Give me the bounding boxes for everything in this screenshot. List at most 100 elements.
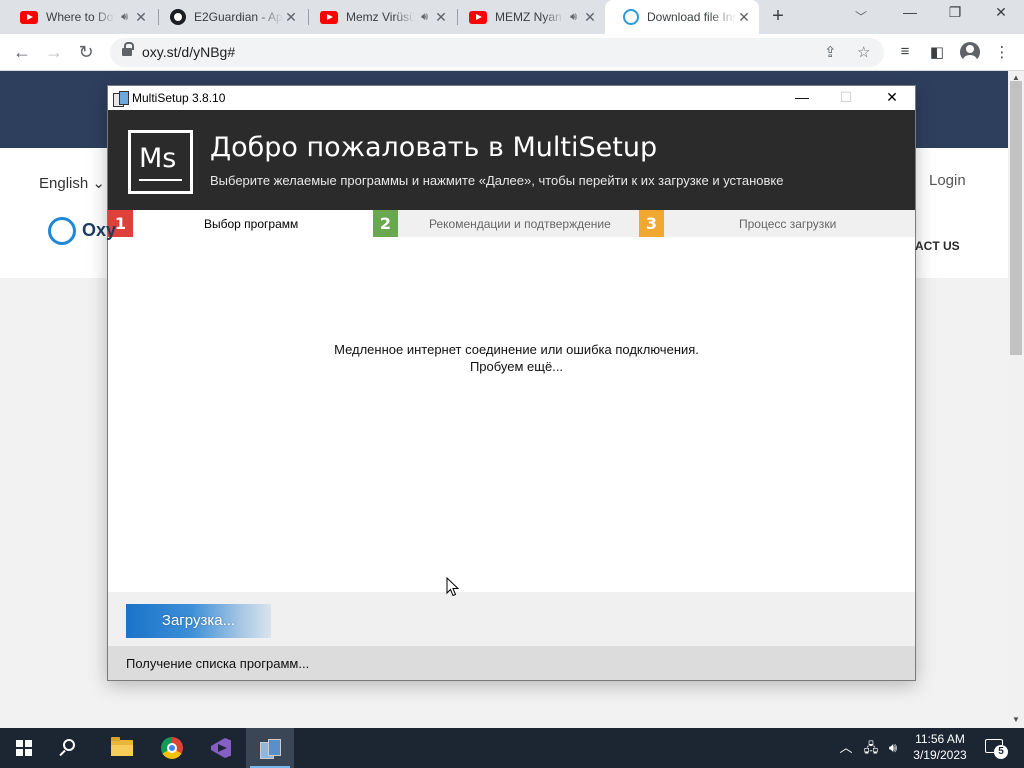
github-icon [170, 9, 186, 25]
step-label: Процесс загрузки [739, 217, 837, 231]
file-explorer-button[interactable] [98, 728, 146, 768]
language-selector[interactable]: English ⌄ [39, 174, 105, 192]
tab-title: E2Guardian - Apache [194, 10, 284, 24]
oxy-icon [623, 9, 639, 25]
youtube-icon [320, 10, 338, 24]
search-icon [63, 739, 75, 751]
network-icon[interactable]: 🖧 [861, 728, 881, 768]
browser-tab[interactable]: Memz Virüsü İnceleme 🔊︎ ✕ [302, 0, 456, 34]
step-number: 3 [639, 210, 664, 237]
message-line: Пробуем ещё... [469, 359, 564, 374]
tab-title: Download file Installer [647, 10, 737, 24]
close-tab-icon[interactable]: ✕ [583, 9, 597, 26]
back-icon[interactable]: ← [10, 41, 34, 63]
clock-date: 3/19/2023 [913, 748, 967, 762]
window-title: MultiSetup 3.8.10 [132, 91, 226, 105]
visual-studio-button[interactable] [197, 728, 245, 768]
window-titlebar[interactable]: MultiSetup 3.8.10 — ☐ ✕ [108, 86, 915, 110]
close-button[interactable]: ✕ [869, 86, 915, 110]
step-label: Рекомендации и подтверждение [429, 217, 611, 231]
action-bar: Загрузка... [108, 592, 915, 646]
step-1: 1 Выбор программ [108, 210, 373, 237]
close-tab-icon[interactable]: ✕ [434, 9, 448, 26]
volume-icon[interactable]: 🔊︎ [884, 728, 902, 768]
maximize-button: ☐ [839, 89, 853, 105]
notification-count-badge: 5 [994, 745, 1008, 759]
program-list-area: Медленное интернет соединение или ошибка… [108, 237, 915, 592]
welcome-subheading: Выберите желаемые программы и нажмите «Д… [210, 173, 784, 188]
menu-icon[interactable]: ⋮ [992, 43, 1012, 61]
speaker-icon[interactable]: 🔊︎ [421, 11, 428, 24]
chrome-icon [161, 737, 183, 759]
speaker-icon[interactable]: 🔊︎ [121, 11, 128, 24]
oxy-logo-icon[interactable] [48, 217, 76, 245]
login-link[interactable]: Login [929, 172, 966, 189]
welcome-heading: Добро пожаловать в MultiSetup [210, 132, 658, 163]
profile-avatar[interactable] [960, 42, 980, 62]
step-label: Выбор программ [204, 217, 299, 231]
close-tab-icon[interactable]: ✕ [737, 9, 751, 26]
windows-logo-icon [16, 740, 32, 756]
clock-time: 11:56 AM [915, 732, 965, 746]
status-bar: Получение списка программ... [108, 646, 915, 680]
folder-icon [111, 737, 133, 756]
speaker-icon[interactable]: 🔊︎ [570, 11, 577, 24]
site-logo-text[interactable]: Oxy [82, 220, 116, 241]
close-window-icon[interactable]: ✕ [989, 4, 1013, 21]
scrollbar-thumb[interactable] [1010, 81, 1022, 355]
minimize-icon[interactable]: — [898, 4, 922, 20]
multisetup-window: MultiSetup 3.8.10 — ☐ ✕ Ms Добро пожалов… [107, 85, 916, 681]
page-scrollbar[interactable]: ▲ ▼ [1008, 71, 1024, 728]
multisetup-taskbar-button[interactable] [246, 728, 294, 768]
browser-tab-strip: Where to Download 🔊︎ ✕ E2Guardian - Apac… [0, 0, 1024, 34]
new-tab-button[interactable]: + [767, 5, 789, 28]
search-button[interactable] [48, 728, 96, 768]
tab-title: MEMZ Nyan Cat [495, 10, 564, 24]
step-2: 2 Рекомендации и подтверждение [373, 210, 639, 237]
step-number: 2 [373, 210, 398, 237]
youtube-icon [469, 10, 487, 24]
contact-us-link[interactable]: ACT US [915, 239, 960, 253]
connection-error-message: Медленное интернет соединение или ошибка… [108, 341, 925, 375]
tab-title: Where to Download [46, 10, 115, 24]
browser-tab-active[interactable]: Download file Installer ✕ [605, 0, 759, 34]
bookmark-star-icon[interactable]: ☆ [857, 43, 870, 61]
close-tab-icon[interactable]: ✕ [134, 9, 148, 26]
multisetup-icon [259, 737, 281, 759]
step-3: 3 Процесс загрузки [639, 210, 915, 237]
restore-icon[interactable]: ❐ [943, 4, 967, 21]
browser-tab[interactable]: E2Guardian - Apache ✕ [152, 0, 306, 34]
loading-button[interactable]: Загрузка... [126, 604, 271, 638]
tab-title: Memz Virüsü İnceleme [346, 10, 416, 24]
browser-tab[interactable]: MEMZ Nyan Cat 🔊︎ ✕ [451, 0, 605, 34]
url-text[interactable]: oxy.st/d/yNBg# [142, 44, 235, 60]
multisetup-app-icon [112, 90, 129, 107]
windows-taskbar: ︿ 🖧 🔊︎ 11:56 AM 3/19/2023 5 [0, 728, 1024, 768]
lock-icon[interactable] [122, 42, 134, 57]
side-panel-icon[interactable]: ◧ [927, 43, 947, 61]
show-hidden-icons-icon[interactable]: ︿ [837, 728, 855, 768]
logo-text: Ms [139, 143, 177, 174]
reload-icon[interactable]: ↻ [74, 41, 98, 63]
forward-icon[interactable]: → [42, 41, 66, 63]
address-bar[interactable]: oxy.st/d/yNBg# ⇪ ☆ [110, 38, 884, 67]
welcome-banner: Ms Добро пожаловать в MultiSetup Выберит… [108, 110, 915, 210]
wizard-steps: 1 Выбор программ 2 Рекомендации и подтве… [108, 210, 915, 237]
visual-studio-icon [211, 738, 231, 758]
browser-tab[interactable]: Where to Download 🔊︎ ✕ [2, 0, 156, 34]
youtube-icon [20, 10, 38, 24]
start-button[interactable] [0, 728, 48, 768]
tab-search-icon[interactable]: ﹀ [855, 8, 867, 25]
minimize-button[interactable]: — [779, 86, 825, 110]
close-tab-icon[interactable]: ✕ [284, 9, 298, 26]
multisetup-logo: Ms [128, 130, 193, 194]
clock[interactable]: 11:56 AM 3/19/2023 [907, 731, 973, 763]
browser-toolbar: ← → ↻ oxy.st/d/yNBg# ⇪ ☆ ≡ ◧ ⋮ [0, 34, 1024, 71]
chrome-taskbar-button[interactable] [148, 728, 196, 768]
message-line: Медленное интернет соединение или ошибка… [334, 342, 699, 357]
share-icon[interactable]: ⇪ [824, 43, 837, 61]
scroll-down-icon[interactable]: ▼ [1012, 715, 1020, 724]
notification-center-icon[interactable]: 5 [985, 739, 1008, 759]
status-text: Получение списка программ... [126, 656, 310, 671]
media-queue-icon[interactable]: ≡ [895, 43, 915, 60]
